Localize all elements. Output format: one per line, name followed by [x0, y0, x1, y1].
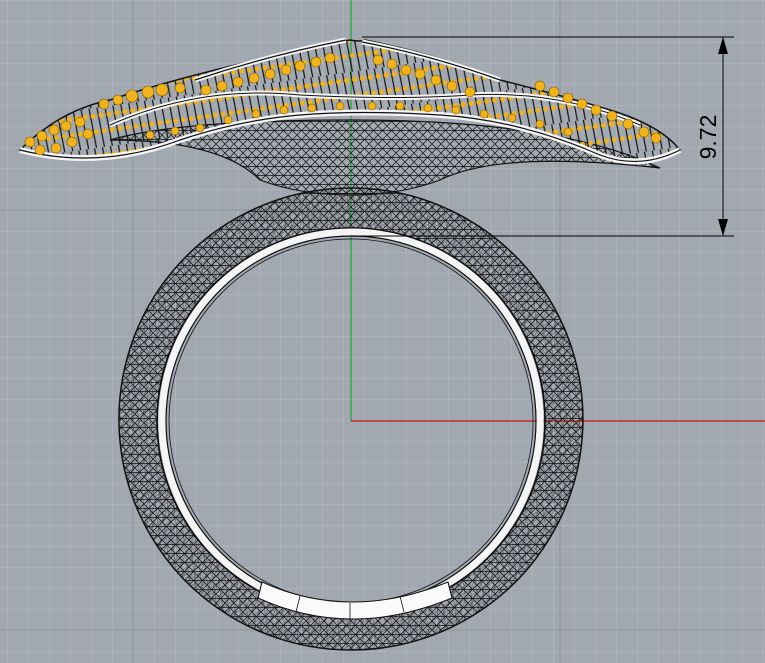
rhino-viewport[interactable]: 9.72 [0, 0, 765, 663]
viewport-canvas[interactable]: 9.72 [0, 0, 765, 663]
dimension-value: 9.72 [695, 115, 721, 160]
